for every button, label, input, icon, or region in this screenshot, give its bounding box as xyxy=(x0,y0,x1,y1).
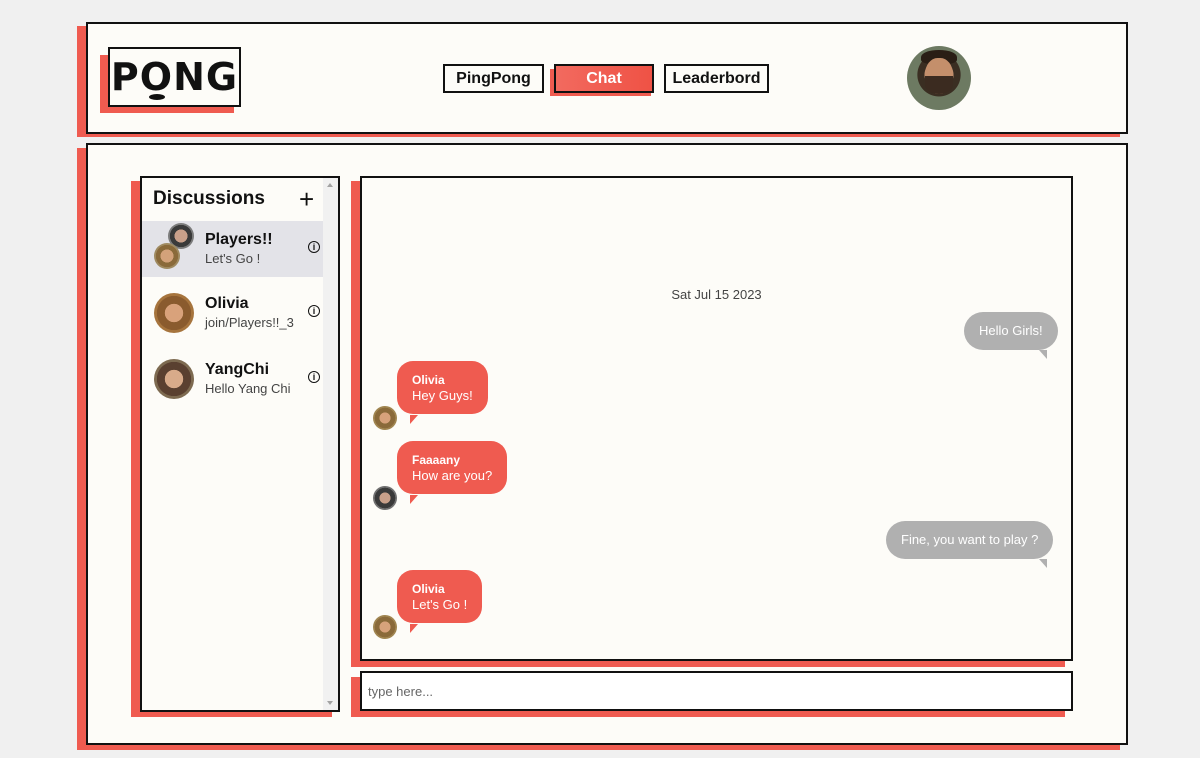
conversation-last-message: join/Players!!_3 xyxy=(205,315,294,330)
conversation-name: Olivia xyxy=(205,295,249,312)
own-message-bubble: Hello Girls! xyxy=(964,312,1058,350)
incoming-message-bubble: Olivia Hey Guys! xyxy=(397,361,488,414)
nav-leaderbord-button[interactable]: Leaderbord xyxy=(664,64,769,93)
logo-text: PONG xyxy=(110,55,239,99)
info-icon[interactable]: i xyxy=(308,371,320,383)
incoming-message-bubble: Olivia Let's Go ! xyxy=(397,570,483,623)
chat-panel: Sat Jul 15 2023 Hello Girls! Olivia Hey … xyxy=(360,176,1073,661)
info-icon[interactable]: i xyxy=(308,305,320,317)
message-sender: Faaaany xyxy=(412,453,461,467)
logo-dot xyxy=(149,94,165,100)
conversation-name: Players!! xyxy=(205,231,273,248)
message-input[interactable] xyxy=(360,671,1073,711)
olivia-avatar xyxy=(373,615,397,639)
message-text: Fine, you want to play ? xyxy=(901,532,1039,547)
incoming-message-bubble: Faaaany How are you? xyxy=(397,441,508,494)
bubble-tail xyxy=(410,624,418,633)
group-avatar-icon xyxy=(154,243,180,269)
bubble-tail xyxy=(1039,350,1047,359)
own-message-bubble: Fine, you want to play ? xyxy=(886,521,1054,559)
logo[interactable]: PONG xyxy=(108,47,241,107)
faaaany-avatar xyxy=(373,486,397,510)
olivia-avatar xyxy=(154,293,194,333)
info-icon[interactable]: i xyxy=(308,241,320,253)
conversation-item-olivia[interactable]: Olivia join/Players!!_3 i xyxy=(142,285,324,341)
message-sender: Olivia xyxy=(412,582,445,596)
message-text: Hello Girls! xyxy=(979,323,1043,338)
message-text: How are you? xyxy=(412,468,493,483)
add-discussion-button[interactable]: + xyxy=(299,186,314,212)
conversation-item-yangchi[interactable]: YangChi Hello Yang Chi i xyxy=(142,351,324,407)
bubble-tail xyxy=(410,415,418,424)
message-text: Hey Guys! xyxy=(412,388,473,403)
bubble-tail xyxy=(410,495,418,504)
scroll-up-arrow-icon[interactable] xyxy=(327,183,333,187)
conversation-item-players[interactable]: Players!! Let's Go ! i xyxy=(142,221,324,277)
avatar-beard xyxy=(925,76,953,94)
conversation-last-message: Hello Yang Chi xyxy=(205,381,291,396)
nav-pingpong-button[interactable]: PingPong xyxy=(443,64,544,93)
date-separator: Sat Jul 15 2023 xyxy=(671,287,762,302)
scroll-down-arrow-icon[interactable] xyxy=(327,701,333,705)
discussions-title: Discussions xyxy=(153,188,265,209)
sidebar-scrollbar[interactable] xyxy=(323,178,338,710)
user-avatar[interactable] xyxy=(907,46,971,110)
message-text: Let's Go ! xyxy=(412,597,468,612)
nav-chat-button[interactable]: Chat xyxy=(554,64,654,93)
yangchi-avatar xyxy=(154,359,194,399)
olivia-avatar xyxy=(373,406,397,430)
conversation-last-message: Let's Go ! xyxy=(205,251,261,266)
bubble-tail xyxy=(1039,559,1047,568)
discussions-sidebar: Discussions + Players!! Let's Go ! i Oli… xyxy=(140,176,340,712)
conversation-name: YangChi xyxy=(205,361,270,378)
message-sender: Olivia xyxy=(412,373,445,387)
